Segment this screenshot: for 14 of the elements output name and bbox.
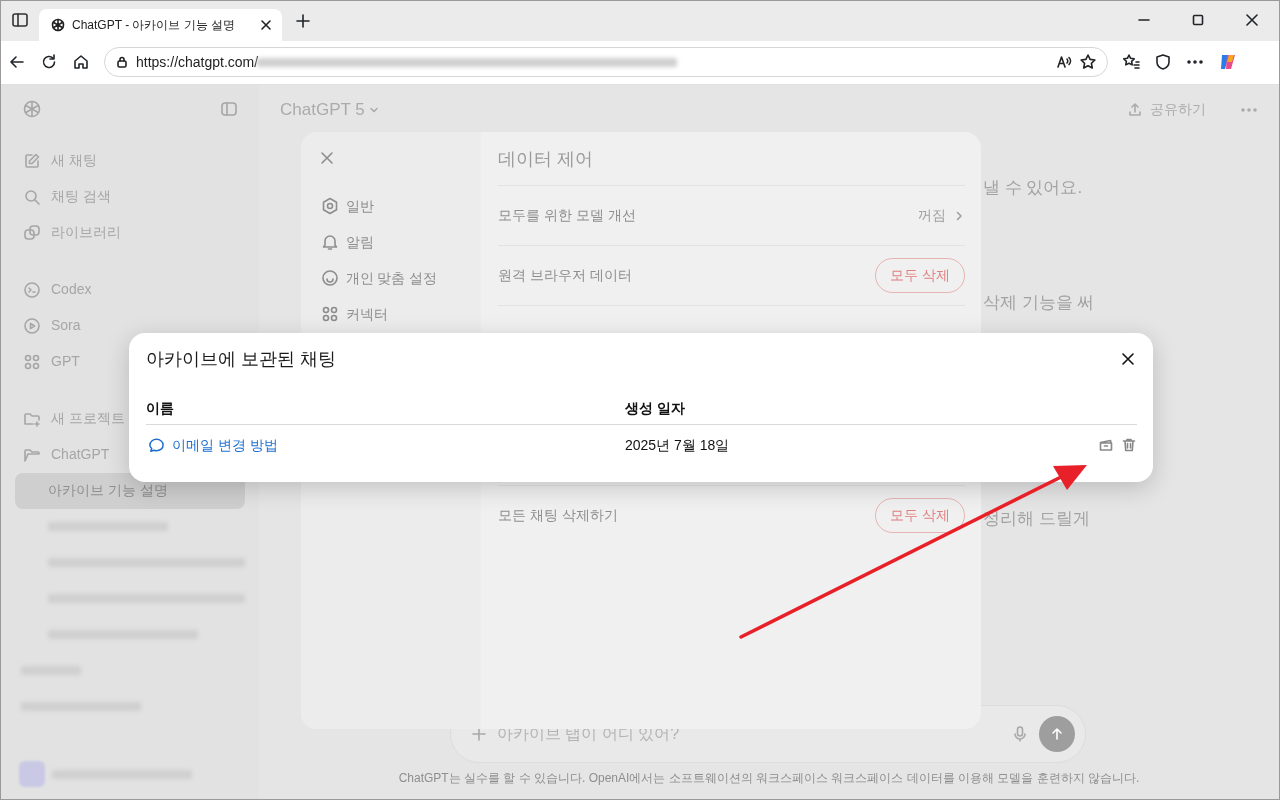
date-cell-text: 2025년 7월 18일	[625, 435, 731, 455]
setting-label: 모두를 위한 모델 개선	[498, 206, 636, 225]
message-text: 삭제 기능을 써	[983, 292, 1096, 315]
disclaimer-text: ChatGPT는 실수를 할 수 있습니다. OpenAI에서는 소프트웨이션의 워크스페이스 워크스페이스 데이터를 이용해 모델을 훈련하지 않습니다.	[397, 770, 1141, 787]
dialog-title: 아카이브에 보관된 채팅	[146, 347, 336, 371]
url-text: https://chatgpt.com/	[136, 52, 259, 72]
message-text: 낼 수 있어요.	[983, 176, 1084, 199]
tab-title: ChatGPT - 아카이브 기능 설명	[72, 17, 237, 34]
setting-label: 원격 브라우저 데이터	[498, 266, 632, 285]
message-text: 정리해 드릴게	[983, 507, 1091, 530]
column-header: 생성 일자	[625, 399, 686, 418]
setting-label: 모든 채팅 삭제하기	[498, 506, 618, 525]
column-header: 이름	[146, 399, 175, 418]
settings-title: 데이터 제어	[498, 148, 594, 171]
